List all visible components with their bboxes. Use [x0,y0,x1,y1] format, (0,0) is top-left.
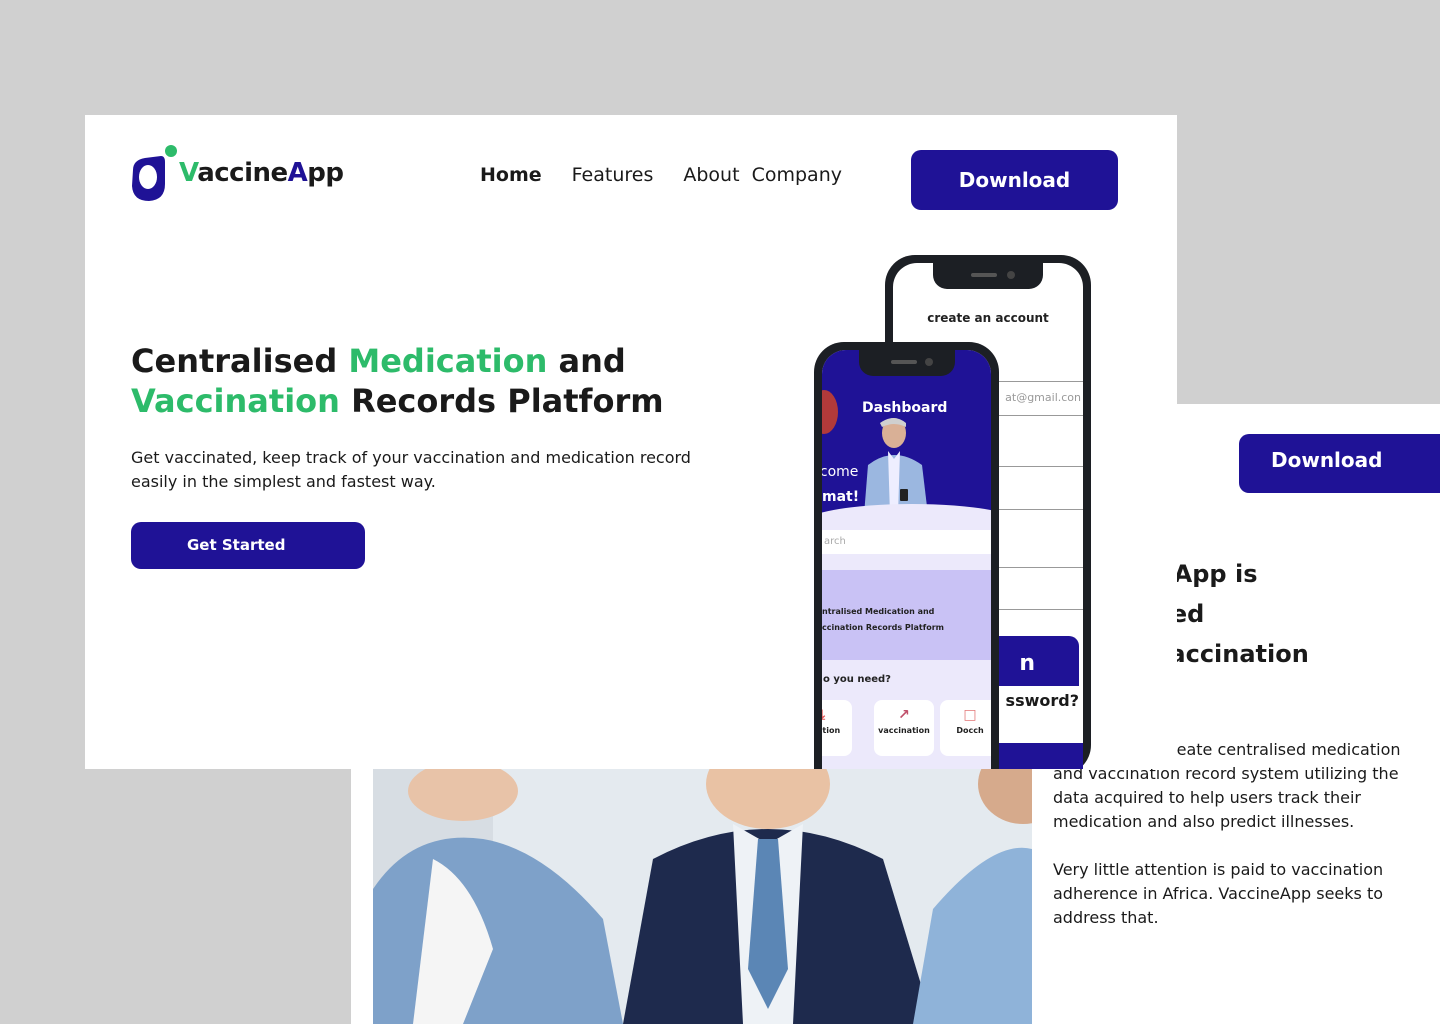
document-icon: □ [963,707,977,723]
dashboard-username: mat! [822,489,860,505]
phone-notch [933,263,1043,289]
dashboard-search: arch [822,530,991,554]
get-started-button[interactable]: Get Started [131,522,365,569]
hero-title-records-platform: Records Platform [339,382,664,420]
tile-label: vaccination [878,726,930,735]
hero-card: VaccineApp Home Features About Company D… [85,115,1177,769]
download-icon: ⤓ [822,700,852,726]
hero-title-medication: Medication [348,342,548,380]
logo-text-v: V [179,158,198,188]
logo-text-accine: accine [197,158,288,188]
about-body: cineApp is to create centralised medicat… [1053,738,1413,954]
dashboard-welcome: lcome [822,464,859,480]
banner-line-1: ntralised Medication and [822,607,935,616]
nav-about-company[interactable]: About Company [683,164,842,186]
tile-label: dication [822,726,841,735]
hero-title-and: and [547,342,626,380]
tile-documents: □ Docch [940,700,991,756]
logo[interactable]: VaccineApp [131,143,344,203]
business-meeting-photo [373,769,1032,1024]
dashboard-phone-mockup: Dashboard lcome mat! arch ntralised Medi… [814,342,999,769]
signup-forgot-password: ssword? [1005,691,1079,710]
dashboard-title: Dashboard [862,400,948,416]
nav-home[interactable]: Home [480,164,542,186]
logo-text-a: A [287,158,308,188]
main-nav: Home Features About Company [480,164,872,186]
doctor-illustration [860,415,932,515]
logo-drop-icon [131,144,179,202]
tile-label: Docch [956,726,984,735]
dashboard-banner: ntralised Medication and ccination Recor… [822,570,991,660]
signup-email-field: at@gmail.con [1005,391,1081,404]
hero-title-vaccination: Vaccination [131,382,340,420]
hero-title: Centralised Medication and Vaccination R… [131,341,664,421]
hero-subtitle: Get vaccinated, keep track of your vacci… [131,448,691,491]
about-download-button[interactable]: Download [1239,434,1440,493]
syringe-icon: ↗ [898,707,910,723]
hero-title-line-1: Centralised Medication and [131,341,664,381]
tile-vaccination: ↗ vaccination [874,700,934,756]
hero-title-centralised: Centralised [131,342,349,380]
phone-notch [858,350,955,376]
logo-text: VaccineApp [179,158,344,188]
logo-text-pp: pp [307,158,344,188]
dashboard-screen: Dashboard lcome mat! arch ntralised Medi… [822,350,991,769]
dashboard-banner-text: ntralised Medication and ccination Recor… [822,604,991,636]
nav-features[interactable]: Features [572,164,654,186]
hero-title-line-2: Vaccination Records Platform [131,381,664,421]
tile-medication: ⤓ dication [822,700,852,756]
dashboard-question: o you need? [823,674,891,685]
banner-line-2: ccination Records Platform [822,623,944,632]
about-paragraph-2: Very little attention is paid to vaccina… [1053,860,1384,927]
header-download-button[interactable]: Download [911,150,1118,210]
signup-title: create an account [927,311,1049,325]
